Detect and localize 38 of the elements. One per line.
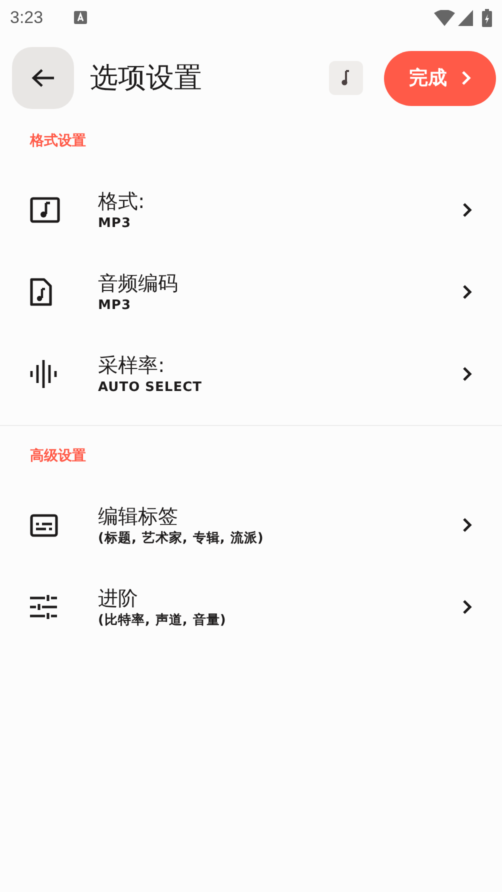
settings-item[interactable]: 进阶 (比特率, 声道, 音量) [0, 566, 502, 648]
section-header: 高级设置 [29, 446, 87, 466]
section-header: 格式设置 [28, 132, 87, 151]
music-note-icon [341, 70, 351, 86]
back-arrow-icon [31, 68, 55, 88]
audio-file-icon [30, 278, 52, 306]
page-title: 选项设置 [90, 60, 203, 96]
settings-item[interactable]: 音频编码 MP3 [0, 251, 502, 333]
subtitles-icon [30, 514, 58, 536]
item-subtitle: MP3 [98, 215, 132, 233]
music-file-icon [30, 197, 60, 223]
wifi-icon [434, 10, 455, 26]
item-subtitle: (比特率, 声道, 音量) [98, 612, 228, 630]
chevron-icon [462, 202, 472, 218]
item-title: 音频编码 [98, 270, 179, 297]
settings-item[interactable]: 格式: MP3 [0, 169, 502, 251]
chevron-icon [462, 599, 472, 615]
item-subtitle: (标题, 艺术家, 专辑, 流派) [98, 530, 265, 548]
item-title: 编辑标签 [98, 503, 179, 530]
chevron-icon [461, 70, 471, 86]
signal-icon [458, 10, 473, 26]
item-subtitle: AUTO SELECT [98, 379, 203, 397]
chevron-icon [462, 284, 472, 300]
sliders-icon [30, 595, 57, 619]
item-title: 采样率: [98, 352, 166, 379]
chevron-icon [462, 366, 472, 382]
settings-item[interactable]: 采样率: AUTO SELECT [0, 333, 502, 415]
back-button[interactable] [12, 47, 74, 109]
item-subtitle: MP3 [98, 297, 132, 315]
music-button[interactable] [329, 61, 363, 95]
battery-icon [482, 8, 492, 26]
chevron-icon [462, 517, 472, 533]
item-title: 进阶 [98, 585, 139, 612]
status-time: 3:23 [10, 6, 44, 29]
item-title: 格式: [98, 188, 146, 215]
notification-icon [74, 11, 88, 24]
waveform-icon [30, 360, 57, 388]
settings-item[interactable]: 编辑标签 (标题, 艺术家, 专辑, 流派) [0, 484, 502, 566]
